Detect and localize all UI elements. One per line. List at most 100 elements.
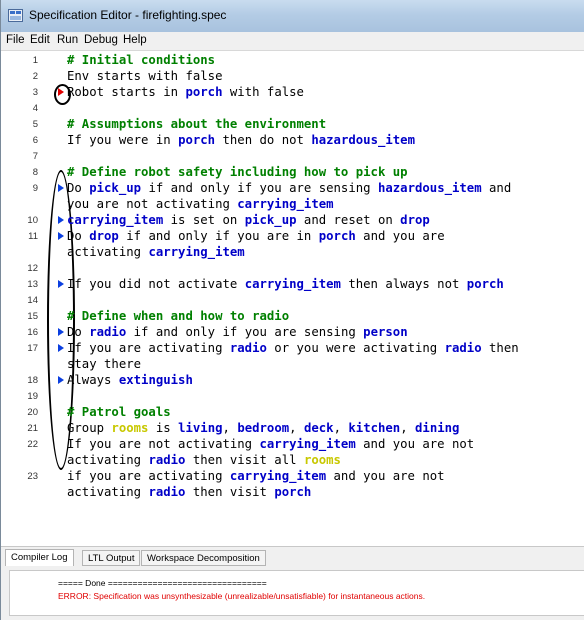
keyword-token: carrying_item (67, 213, 164, 227)
code-line[interactable]: 22 If you are not activating carrying_ite… (1, 436, 584, 452)
code-text: Robot starts in porch with false (67, 84, 304, 100)
code-line[interactable]: 2 Env starts with false (1, 68, 584, 84)
line-number: 14 (27, 295, 38, 306)
text-token: Env starts with false (67, 69, 223, 83)
text-token: If you are activating (67, 341, 230, 355)
code-line[interactable]: activating radio then visit porch (1, 484, 584, 500)
code-text: carrying_item is set on pick_up and rese… (67, 212, 430, 228)
comment-token: # Patrol goals (67, 405, 171, 419)
text-token: is set on (163, 213, 245, 227)
line-number: 10 (27, 215, 38, 226)
keyword-token: pick_up (244, 213, 297, 227)
specification-editor-window: Specification Editor - firefighting.spec… (0, 0, 584, 620)
code-line[interactable]: 23 if you are activating carrying_item an… (1, 468, 584, 484)
log-error-line: ERROR: Specification was unsynthesizable… (58, 591, 426, 601)
code-line[interactable]: 12 (1, 260, 584, 276)
code-text: Do pick_up if and only if you are sensin… (67, 180, 511, 196)
code-line[interactable]: 16 Do radio if and only if you are sensin… (1, 324, 584, 340)
code-text: stay there (67, 356, 141, 372)
play-marker-icon[interactable] (58, 376, 64, 384)
code-line[interactable]: 10 carrying_item is set on pick_up and re… (1, 212, 584, 228)
keyword-token: porch (466, 277, 504, 291)
text-token: is (148, 421, 179, 435)
text-token: you are not activating (67, 197, 238, 211)
text-token: , (222, 421, 238, 435)
text-token: activating (67, 453, 149, 467)
code-line[interactable]: 6 If you were in porch then do not hazard… (1, 132, 584, 148)
code-text: If you were in porch then do not hazardo… (67, 132, 415, 148)
code-line[interactable]: 11 Do drop if and only if you are in porc… (1, 228, 584, 244)
code-line[interactable]: activating radio then visit all rooms (1, 452, 584, 468)
code-text: If you are not activating carrying_item … (67, 436, 474, 452)
keyword-token: person (363, 325, 408, 339)
code-text: Always extinguish (67, 372, 193, 388)
window-title: Specification Editor - firefighting.spec (29, 8, 227, 22)
menu-edit[interactable]: Edit (30, 34, 50, 46)
code-line[interactable]: 15 # Define when and how to radio (1, 308, 584, 324)
menu-run[interactable]: Run (57, 34, 78, 46)
play-marker-icon[interactable] (58, 344, 64, 352)
code-line[interactable]: you are not activating carrying_item (1, 196, 584, 212)
log-done-line: ===== Done =============================… (58, 578, 267, 588)
code-line[interactable]: stay there (1, 356, 584, 372)
menu-help[interactable]: Help (123, 34, 147, 46)
code-line[interactable]: 4 (1, 100, 584, 116)
code-editor[interactable]: 1 # Initial conditions 2 Env starts with fa… (1, 51, 584, 541)
keyword-token: drop (400, 213, 430, 227)
text-token: with false (222, 85, 304, 99)
code-line[interactable]: 19 (1, 388, 584, 404)
text-token: and you are (355, 229, 445, 243)
compiler-log-output[interactable]: ===== Done =============================… (9, 570, 584, 616)
tab-compiler-log[interactable]: Compiler Log (5, 549, 74, 567)
keyword-token: porch (185, 85, 223, 99)
line-number: 19 (27, 391, 38, 402)
code-line[interactable]: 17 If you are activating radio or you wer… (1, 340, 584, 356)
keyword-token: radio (148, 485, 186, 499)
play-marker-icon[interactable] (58, 232, 64, 240)
line-number: 15 (27, 311, 38, 322)
play-marker-icon[interactable] (58, 184, 64, 192)
keyword-token: dining (415, 421, 460, 435)
code-line[interactable]: 21 Group rooms is living, bedroom, deck, … (1, 420, 584, 436)
code-line[interactable]: 20 # Patrol goals (1, 404, 584, 420)
keyword-token: drop (89, 229, 119, 243)
text-token: if and only if you are sensing (141, 181, 378, 195)
code-text: activating carrying_item (67, 244, 245, 260)
play-marker-icon[interactable] (58, 280, 64, 288)
code-line[interactable]: 1 # Initial conditions (1, 52, 584, 68)
code-line[interactable]: activating carrying_item (1, 244, 584, 260)
line-number: 22 (27, 439, 38, 450)
keyword-token: hazardous_item (377, 181, 482, 195)
tab-workspace-decomposition[interactable]: Workspace Decomposition (141, 550, 266, 566)
code-line[interactable]: 14 (1, 292, 584, 308)
code-line[interactable]: 18 Always extinguish (1, 372, 584, 388)
keyword-token: carrying_item (237, 197, 334, 211)
code-line[interactable]: 7 (1, 148, 584, 164)
app-icon (8, 9, 23, 22)
code-line[interactable]: 5 # Assumptions about the environment (1, 116, 584, 132)
title-bar[interactable]: Specification Editor - firefighting.spec (1, 0, 584, 33)
play-marker-icon[interactable] (58, 216, 64, 224)
current-line-marker-icon[interactable] (58, 88, 64, 96)
keyword-token: porch (274, 485, 312, 499)
text-token: Always (67, 373, 119, 387)
code-line[interactable]: 3 Robot starts in porch with false (1, 84, 584, 100)
bottom-tab-bar: Compiler Log LTL Output Workspace Decompos… (1, 546, 584, 567)
code-line[interactable]: 8 # Define robot safety including how to … (1, 164, 584, 180)
tab-ltl-output[interactable]: LTL Output (82, 550, 141, 566)
line-number: 9 (32, 183, 38, 194)
line-number: 13 (27, 279, 38, 290)
text-token: stay there (67, 357, 142, 371)
code-line[interactable]: 13 If you did not activate carrying_item … (1, 276, 584, 292)
compiler-log-pane: ===== Done =============================… (1, 566, 584, 620)
menu-file[interactable]: File (6, 34, 25, 46)
text-token: and (481, 181, 512, 195)
text-token: and you are not (326, 469, 445, 483)
line-number: 23 (27, 471, 38, 482)
code-line[interactable]: 9 Do pick_up if and only if you are sensi… (1, 180, 584, 196)
menu-debug[interactable]: Debug (84, 34, 118, 46)
keyword-token: carrying_item (259, 437, 356, 451)
play-marker-icon[interactable] (58, 328, 64, 336)
line-number: 17 (27, 343, 38, 354)
keyword-token: radio (89, 325, 127, 339)
